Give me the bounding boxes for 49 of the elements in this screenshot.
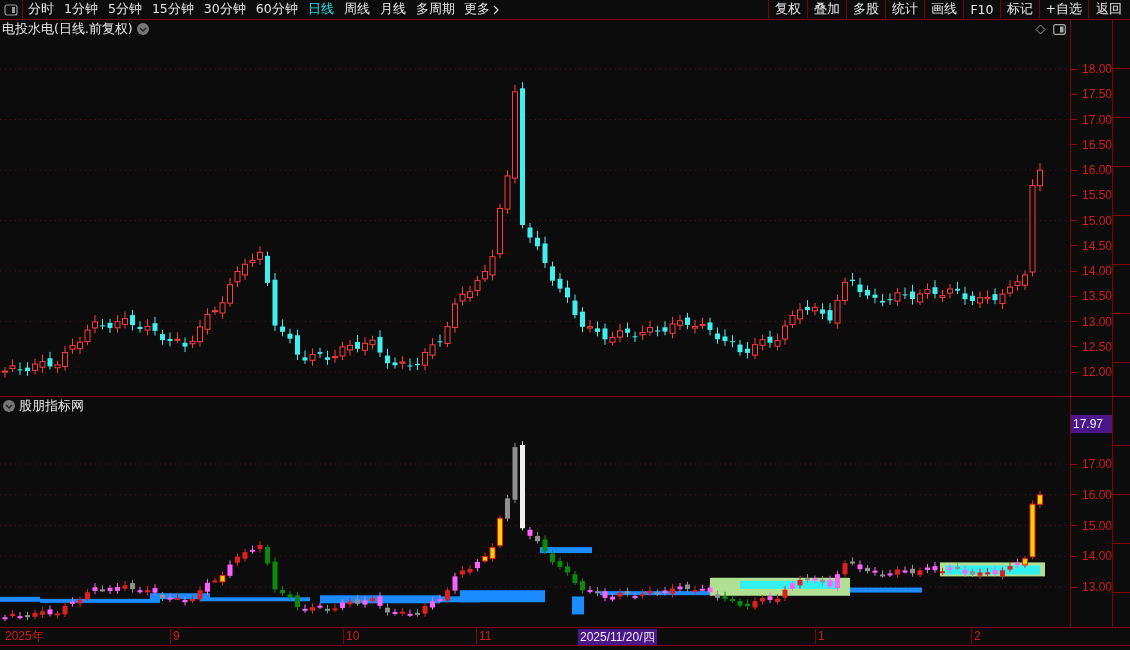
more-menu[interactable]: 更多 — [459, 0, 503, 19]
price-label: 17.50 — [1071, 86, 1112, 103]
price-label: 13.00 — [1071, 313, 1112, 330]
price-label: 18.00 — [1071, 61, 1112, 77]
chart-title: 电投水电(日线.前复权) — [2, 20, 133, 38]
period-tab[interactable]: 60分钟 — [250, 0, 303, 19]
toolbar-button[interactable]: F10 — [963, 0, 1000, 19]
price-label: 14.00 — [1071, 548, 1112, 565]
period-tab[interactable]: 5分钟 — [102, 0, 147, 19]
price-label: 12.00 — [1071, 364, 1112, 380]
month-label: 10 — [343, 629, 360, 644]
price-label: 14.00 — [1071, 263, 1112, 279]
month-label: 11 — [476, 629, 492, 644]
period-tab[interactable]: 日线 — [302, 0, 339, 19]
toolbar-button[interactable]: 复权 — [768, 0, 808, 19]
indicator-title: 股朋指标网 — [19, 397, 84, 415]
toolbar-button[interactable]: 画线 — [924, 0, 964, 19]
price-label: 13.50 — [1071, 288, 1112, 305]
price-label: 14.50 — [1071, 237, 1112, 254]
year-label: 2025年 — [4, 629, 44, 644]
period-tab[interactable]: 分时 — [23, 0, 59, 19]
month-label: 9 — [170, 629, 180, 644]
price-label: 12.50 — [1071, 338, 1112, 355]
price-label: 15.50 — [1071, 187, 1112, 204]
period-tab[interactable]: 15分钟 — [146, 0, 199, 19]
price-label: 17.00 — [1071, 111, 1112, 128]
period-tab[interactable]: 30分钟 — [198, 0, 251, 19]
price-tag: 17.97 — [1071, 415, 1112, 433]
toolbar-button[interactable]: 叠加 — [807, 0, 847, 19]
toolbar-button[interactable]: 标记 — [999, 0, 1039, 19]
month-label: 1 — [815, 629, 825, 644]
period-tab[interactable]: 周线 — [338, 0, 375, 19]
price-label: 15.00 — [1071, 517, 1112, 534]
price-label: 15.00 — [1071, 212, 1112, 229]
more-label: 更多 — [463, 1, 490, 18]
toolbar-button[interactable]: 多股 — [846, 0, 886, 19]
price-label: 16.50 — [1071, 136, 1112, 153]
price-label: 16.00 — [1071, 486, 1112, 503]
toolbar-button[interactable]: 统计 — [885, 0, 925, 19]
price-label: 13.00 — [1071, 579, 1112, 595]
period-tab[interactable]: 月线 — [374, 0, 411, 19]
toolbar-button[interactable]: 返回 — [1088, 0, 1130, 19]
price-label: 16.00 — [1071, 162, 1112, 178]
toolbar-button[interactable]: +自选 — [1038, 0, 1088, 19]
cursor-date-label: 2025/11/20/四 — [578, 629, 657, 645]
period-tab[interactable]: 1分钟 — [59, 0, 103, 19]
month-label: 2 — [971, 629, 981, 644]
period-tab[interactable]: 多周期 — [410, 0, 460, 19]
price-label: 17.00 — [1071, 456, 1112, 472]
